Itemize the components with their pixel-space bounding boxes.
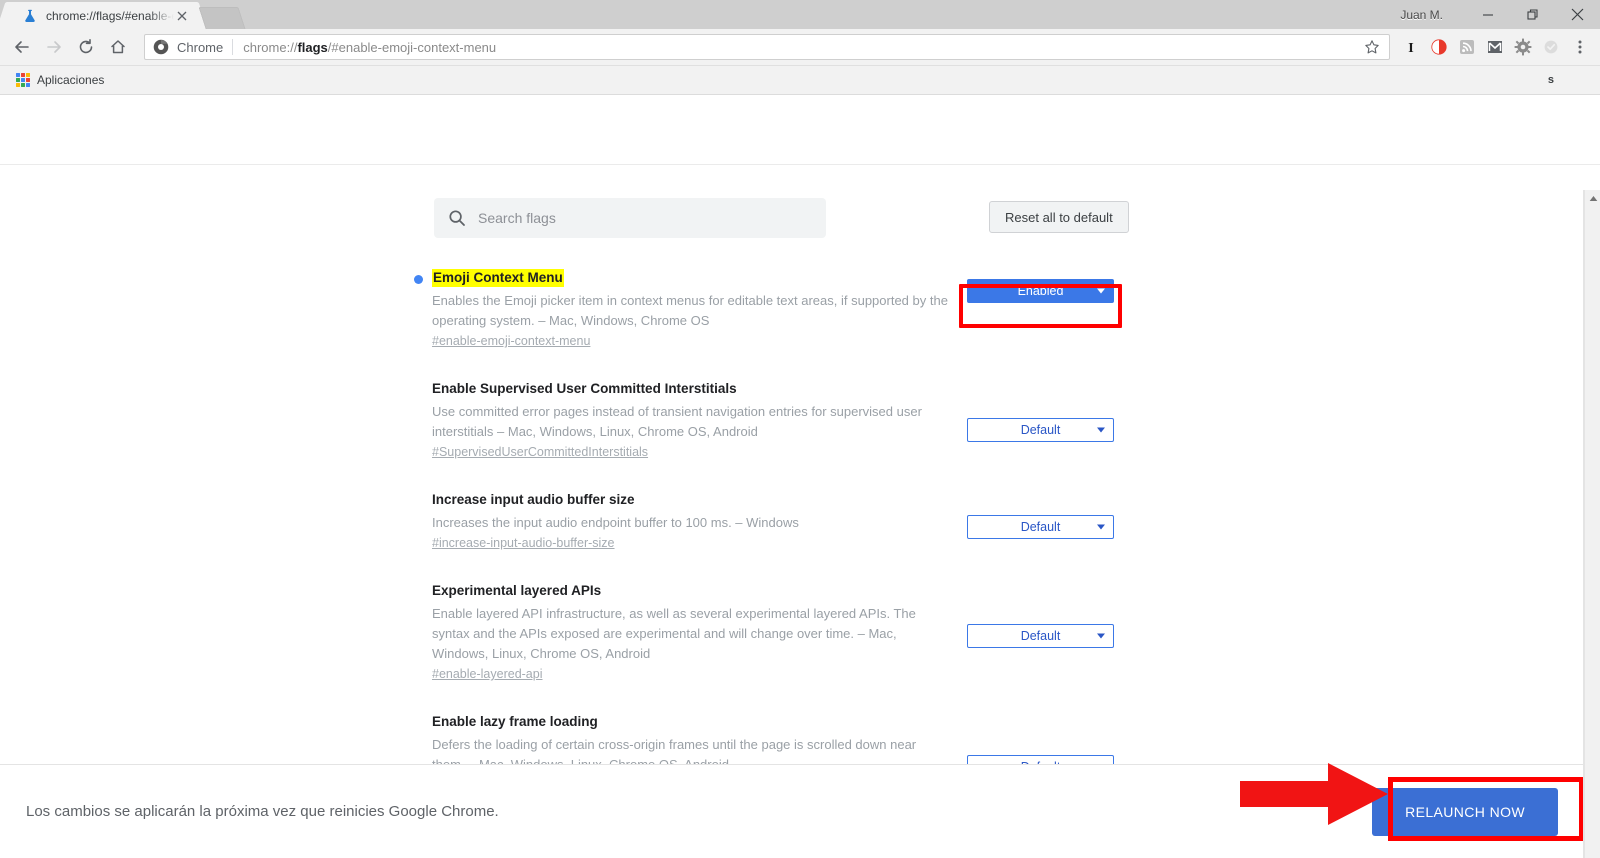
checkmark-extension-icon[interactable] bbox=[1538, 34, 1564, 60]
omnibox-scheme-label: Chrome bbox=[177, 39, 224, 55]
star-icon[interactable] bbox=[1363, 38, 1381, 56]
reset-all-to-default-button[interactable]: Reset all to default bbox=[989, 201, 1129, 233]
flag-state-dropdown[interactable]: Enabled bbox=[967, 279, 1114, 303]
flag-title: Enable Supervised User Committed Interst… bbox=[432, 381, 737, 396]
flag-hash-link[interactable]: #enable-emoji-context-menu bbox=[432, 334, 590, 348]
flag-row: Increase input audio buffer size Increase… bbox=[0, 475, 1584, 566]
flag-title: Increase input audio buffer size bbox=[432, 492, 635, 507]
title-bar: chrome://flags/#enable-e Juan M. bbox=[0, 0, 1600, 29]
chevron-down-icon bbox=[1097, 524, 1105, 530]
close-window-button[interactable] bbox=[1555, 0, 1600, 29]
flag-text-block: Experimental layered APIs Enable layered … bbox=[432, 582, 962, 683]
url-suffix: /#enable-emoji-context-menu bbox=[327, 39, 497, 55]
rss-feed-extension-icon[interactable] bbox=[1454, 34, 1480, 60]
flag-title: Emoji Context Menu bbox=[432, 269, 564, 287]
scroll-up-arrow-icon[interactable] bbox=[1585, 190, 1600, 207]
flag-state-dropdown[interactable]: Default bbox=[967, 515, 1114, 539]
flag-state-label: Enabled bbox=[1017, 284, 1064, 298]
flag-hash-link[interactable]: #increase-input-audio-buffer-size bbox=[432, 536, 615, 550]
flag-state-dropdown[interactable]: Default bbox=[967, 624, 1114, 648]
window-controls: Juan M. bbox=[1400, 0, 1600, 29]
chrome-logo-icon bbox=[153, 39, 169, 55]
search-icon bbox=[448, 209, 466, 227]
chevron-down-icon bbox=[1097, 427, 1105, 433]
close-icon[interactable] bbox=[174, 8, 190, 24]
chevron-down-icon bbox=[1097, 288, 1105, 294]
flag-hash-link[interactable]: #SupervisedUserCommittedInterstitials bbox=[432, 445, 648, 459]
flag-active-dot-icon bbox=[414, 275, 423, 284]
forward-arrow-icon bbox=[40, 33, 68, 61]
bookmarks-bar: Aplicaciones s bbox=[0, 66, 1600, 95]
flag-state-control: Default bbox=[967, 515, 1114, 539]
browser-tab[interactable]: chrome://flags/#enable-e bbox=[8, 2, 196, 29]
chevron-down-icon bbox=[1097, 633, 1105, 639]
three-dot-menu-icon[interactable] bbox=[1568, 33, 1592, 61]
gmail-extension-icon[interactable] bbox=[1482, 34, 1508, 60]
flag-state-label: Default bbox=[1020, 423, 1061, 437]
flag-state-label: Default bbox=[1020, 520, 1061, 534]
gear-extension-icon[interactable] bbox=[1510, 34, 1536, 60]
flag-hash-link[interactable]: #enable-layered-api bbox=[432, 667, 543, 681]
svg-text:I: I bbox=[1408, 41, 1413, 56]
minimize-button[interactable] bbox=[1465, 0, 1510, 29]
flag-state-label: Default bbox=[1020, 629, 1061, 643]
reload-icon[interactable] bbox=[72, 33, 100, 61]
maximize-restore-button[interactable] bbox=[1510, 0, 1555, 29]
profile-name[interactable]: Juan M. bbox=[1400, 8, 1443, 22]
chrome-browser-window: chrome://flags/#enable-e Juan M. Chrome … bbox=[0, 0, 1600, 858]
flag-row: Emoji Context Menu Enables the Emoji pick… bbox=[0, 253, 1584, 364]
url-prefix: chrome:// bbox=[243, 39, 298, 55]
flag-text-block: Increase input audio buffer size Increase… bbox=[432, 491, 962, 552]
new-tab-button[interactable] bbox=[198, 7, 246, 29]
flag-text-block: Enable Supervised User Committed Interst… bbox=[432, 380, 962, 461]
bookmark-apps-shortcut[interactable]: Aplicaciones bbox=[10, 71, 110, 89]
tab-title: chrome://flags/#enable-e bbox=[46, 8, 174, 23]
search-flags-field[interactable] bbox=[434, 198, 826, 238]
flags-header bbox=[0, 95, 1600, 165]
flag-title: Experimental layered APIs bbox=[432, 583, 602, 598]
flag-state-control: Enabled bbox=[967, 279, 1114, 303]
flag-title: Enable lazy frame loading bbox=[432, 714, 598, 729]
flag-description: Increases the input audio endpoint buffe… bbox=[432, 515, 799, 530]
flag-row: Experimental layered APIs Enable layered … bbox=[0, 566, 1584, 697]
flag-state-control: Default bbox=[967, 418, 1114, 442]
bookmark-right-item[interactable]: s bbox=[1548, 74, 1554, 86]
apps-grid-icon bbox=[16, 73, 30, 87]
flag-description: Enables the Emoji picker item in context… bbox=[432, 293, 948, 328]
flask-icon bbox=[22, 8, 38, 24]
omnibox-divider bbox=[232, 39, 234, 55]
instapaper-extension-icon[interactable]: I bbox=[1398, 34, 1424, 60]
chrome-flags-page: Reset all to default Emoji Context MenuE… bbox=[0, 95, 1600, 858]
relaunch-now-button[interactable]: RELAUNCH NOW bbox=[1372, 787, 1558, 836]
vertical-scrollbar[interactable] bbox=[1584, 190, 1600, 858]
omnibox[interactable]: Chrome chrome://flags/#enable-emoji-cont… bbox=[144, 34, 1390, 60]
relaunch-message: Los cambios se aplicarán la próxima vez … bbox=[26, 803, 499, 820]
flag-state-dropdown[interactable]: Default bbox=[967, 418, 1114, 442]
search-input[interactable] bbox=[478, 210, 812, 226]
flag-description: Enable layered API infrastructure, as we… bbox=[432, 606, 916, 661]
home-icon[interactable] bbox=[104, 33, 132, 61]
tab-strip: chrome://flags/#enable-e bbox=[0, 0, 246, 29]
flag-text-block: Emoji Context Menu Enables the Emoji pick… bbox=[414, 269, 962, 350]
flag-state-control: Default bbox=[967, 624, 1114, 648]
relaunch-bar: Los cambios se aplicarán la próxima vez … bbox=[0, 764, 1584, 858]
adblock-extension-icon[interactable] bbox=[1426, 34, 1452, 60]
url-domain: flags bbox=[297, 39, 328, 55]
flag-row: Enable Supervised User Committed Interst… bbox=[0, 364, 1584, 475]
flag-description: Use committed error pages instead of tra… bbox=[432, 404, 922, 439]
bookmark-apps-label: Aplicaciones bbox=[37, 73, 105, 87]
omnibox-url[interactable]: chrome://flags/#enable-emoji-context-men… bbox=[243, 40, 1363, 55]
back-arrow-icon[interactable] bbox=[8, 33, 36, 61]
navigation-toolbar: Chrome chrome://flags/#enable-emoji-cont… bbox=[0, 29, 1600, 66]
